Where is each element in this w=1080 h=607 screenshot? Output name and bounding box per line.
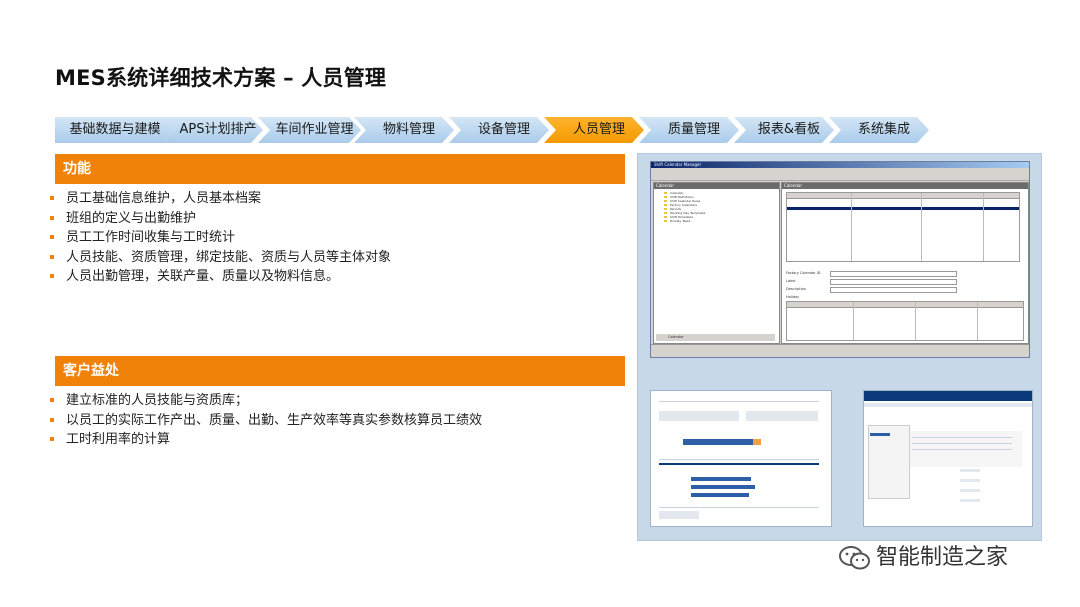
nav-step-8[interactable]: 系统集成: [829, 117, 929, 143]
calendar-detail-pane: Calendar Factory Calendar ID Label Descrip…: [781, 182, 1029, 344]
wechat-icon: [839, 546, 870, 570]
benefits-list: 建立标准的人员技能与资质库； 以员工的实际工作产出、质量、出勤、生产效率等真实参数…: [50, 391, 482, 450]
field-row: Label: [786, 277, 1022, 285]
tree-pane-header: Calendar: [654, 183, 779, 189]
field-label: Description: [786, 287, 806, 291]
calendar-fields: Factory Calendar ID Label Description: [786, 269, 1022, 293]
process-nav: 基础数据与建模 APS计划排产 车间作业管理 物料管理 设备管理 人员管理 质量管理 报表&看…: [55, 117, 975, 143]
benefits-heading: 客户益处: [55, 356, 625, 386]
detail-pane-header: Calendar: [782, 183, 1028, 189]
report-thumbnail: [650, 390, 832, 527]
list-item: 人员出勤管理，关联产量、质量以及物料信息。: [50, 267, 391, 287]
calendar-tree: Calendar Shift Definitions Shift Calendar …: [664, 191, 705, 223]
nav-step-0[interactable]: 基础数据与建模: [55, 117, 175, 143]
assignment-thumbnail: [863, 390, 1033, 527]
tree-footer: Calendar: [656, 334, 775, 341]
list-item: 人员技能、资质管理，绑定技能、资质与人员等主体对象: [50, 248, 391, 268]
list-item: 员工工作时间收集与工时统计: [50, 228, 391, 248]
nav-step-6[interactable]: 质量管理: [639, 117, 739, 143]
watermark-text: 智能制造之家: [876, 545, 1009, 570]
page-title: MES系统详细技术方案 – 人员管理: [55, 66, 387, 90]
features-heading: 功能: [55, 154, 625, 184]
holiday-label: Holiday: [786, 295, 800, 299]
nav-step-3[interactable]: 物料管理: [354, 117, 454, 143]
shift-calendar-window: Shift Calendar Manager Calendar Calendar…: [650, 161, 1030, 358]
list-item: 班组的定义与出勤维护: [50, 209, 391, 229]
field-label: Label: [786, 279, 796, 283]
field-label: Factory Calendar ID: [786, 271, 821, 275]
nav-step-2[interactable]: 车间作业管理: [258, 117, 361, 143]
list-item: 以员工的实际工作产出、质量、出勤、生产效率等真实参数核算员工绩效: [50, 411, 482, 431]
screenshot-panel: Shift Calendar Manager Calendar Calendar…: [637, 153, 1042, 541]
nav-step-5[interactable]: 人员管理: [544, 117, 644, 143]
list-item: 员工基础信息维护，人员基本档案: [50, 189, 391, 209]
holiday-grid: [786, 301, 1024, 341]
nav-step-4[interactable]: 设备管理: [449, 117, 549, 143]
features-list: 员工基础信息维护，人员基本档案 班组的定义与出勤维护 员工工作时间收集与工时统计 人员…: [50, 189, 391, 287]
calendar-tree-pane: Calendar Calendar Shift Definitions Shift …: [653, 182, 780, 344]
tree-item[interactable]: Holiday Tasks: [664, 219, 705, 223]
field-input[interactable]: [830, 287, 957, 293]
window-statusbar: [651, 344, 1029, 357]
calendar-grid: [786, 192, 1020, 262]
list-item: 建立标准的人员技能与资质库；: [50, 391, 482, 411]
nav-step-7[interactable]: 报表&看板: [734, 117, 834, 143]
field-row: Description: [786, 285, 1022, 293]
field-row: Factory Calendar ID: [786, 269, 1022, 277]
nav-step-1[interactable]: APS计划排产: [163, 117, 263, 143]
list-item: 工时利用率的计算: [50, 430, 482, 450]
watermark: 智能制造之家: [838, 540, 1008, 576]
window-toolbar: [651, 173, 1029, 181]
